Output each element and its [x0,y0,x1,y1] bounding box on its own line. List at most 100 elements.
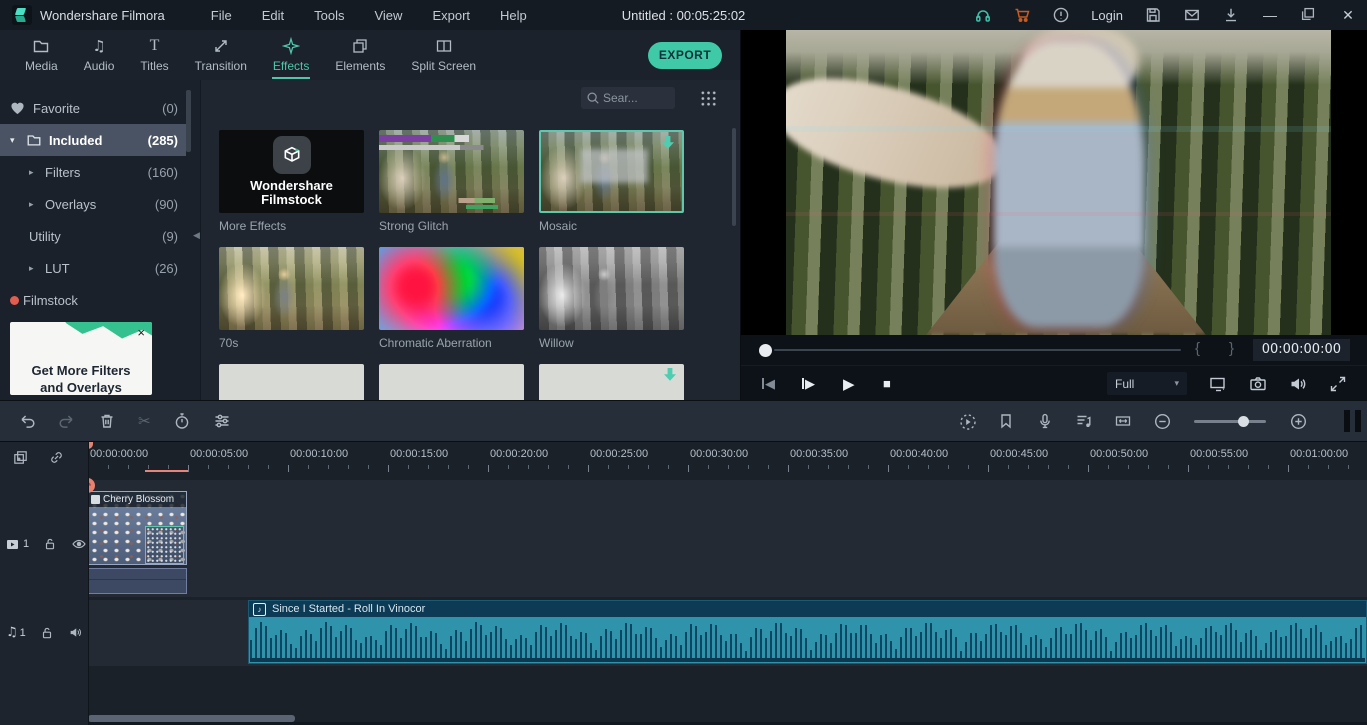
scrubber-track[interactable] [774,349,1181,351]
fullscreen-icon[interactable] [1328,374,1348,394]
filmstock-logo-icon [273,136,311,174]
music-note-icon: ♪ [253,603,266,616]
ruler-tick [868,465,869,469]
menu-help[interactable]: Help [500,8,527,23]
sidebar-collapse-icon[interactable]: ◀ [193,230,200,241]
pause-bars-icon[interactable] [1344,410,1361,432]
ruler-tick [488,465,489,472]
sidebar-item-utility[interactable]: Utility(9) [0,220,186,252]
record-voiceover-button[interactable] [1036,412,1054,430]
search-box[interactable] [581,87,675,109]
sidebar-scrollbar[interactable] [186,90,191,152]
effect-card-chromatic-aberration[interactable]: Chromatic Aberration [379,247,524,350]
zoom-out-button[interactable] [1153,412,1171,430]
headset-icon[interactable] [974,6,992,24]
effect-card-mosaic[interactable]: Mosaic [539,130,684,233]
mute-speaker-icon[interactable] [68,625,83,640]
eye-icon[interactable] [71,536,87,552]
lock-icon[interactable] [43,537,57,551]
audio-mixer-button[interactable] [1075,412,1093,430]
mosaic-effect-region[interactable] [145,526,184,564]
timeline-toolbar: ✂ [0,400,1367,441]
effects-scrollbar[interactable] [732,128,736,226]
download-icon[interactable] [1222,6,1240,24]
tab-elements[interactable]: Elements [322,30,398,80]
volume-icon[interactable] [1288,374,1308,394]
video-track-controls: 1 [6,536,87,552]
tab-transition[interactable]: Transition [182,30,260,80]
menu-export[interactable]: Export [432,8,470,23]
login-button[interactable]: Login [1091,8,1123,23]
promo-close-icon[interactable]: × [137,325,145,340]
ruler-tick [1308,465,1309,469]
ruler-tick [908,465,909,469]
sidebar-item-filters[interactable]: ▸Filters(160) [0,156,186,188]
ruler-tick [248,465,249,469]
info-icon[interactable] [1052,6,1070,24]
restore-button[interactable] [1300,6,1318,24]
export-button[interactable]: EXPORT [648,42,722,69]
sidebar-item-overlays[interactable]: ▸Overlays(90) [0,188,186,220]
render-preview-button[interactable] [958,412,976,430]
effect-card-more-effects[interactable]: WondershareFilmstockMore Effects [219,130,364,233]
audio-clip[interactable]: ♪ Since I Started - Roll In Vinocor [248,600,1367,664]
marker-button[interactable] [997,412,1015,430]
menu-file[interactable]: File [211,8,232,23]
mark-out-icon[interactable]: } [1229,340,1234,357]
preview-scrubber-row: { } 00:00:00:00 [741,335,1367,365]
effect-card-partial-6[interactable] [219,364,364,400]
menu-tools[interactable]: Tools [314,8,344,23]
close-button[interactable]: ✕ [1339,7,1357,24]
cart-icon[interactable] [1013,6,1031,24]
sidebar-item-lut[interactable]: ▸LUT(26) [0,252,186,284]
previous-frame-button[interactable]: ◀ [761,366,775,401]
sidebar-item-filmstock[interactable]: Filmstock [0,284,186,316]
adjust-settings-button[interactable] [213,412,231,430]
snapshot-camera-icon[interactable] [1248,374,1268,394]
display-device-icon[interactable] [1208,374,1228,394]
timeline-zoom-slider[interactable] [1194,420,1266,423]
sidebar-item-included[interactable]: ▾Included(285) [0,124,186,156]
timeline-zoom-handle[interactable] [1238,416,1249,427]
sidebar-item-favorite[interactable]: Favorite(0) [0,92,186,124]
cut-button[interactable]: ✂ [138,412,151,430]
effect-card-strong-glitch[interactable]: Strong Glitch [379,130,524,233]
zoom-in-button[interactable] [1289,412,1307,430]
play-button[interactable]: ▶ [843,366,855,401]
effect-card-partial-7[interactable] [379,364,524,400]
tab-split-screen[interactable]: Split Screen [398,30,489,80]
delete-button[interactable] [98,412,116,430]
add-track-icon[interactable] [12,449,30,467]
mail-icon[interactable] [1183,6,1201,24]
mark-in-icon[interactable]: { [1195,340,1200,357]
timeline-horizontal-scrollbar[interactable] [88,715,295,722]
preview-video-area[interactable] [741,30,1367,335]
speed-button[interactable] [173,412,191,430]
menu-view[interactable]: View [374,8,402,23]
tab-media[interactable]: Media [12,30,71,80]
effect-card-70s[interactable]: 70s [219,247,364,350]
effect-card-willow[interactable]: Willow [539,247,684,350]
tab-titles[interactable]: TTitles [127,30,181,80]
lock-icon[interactable] [40,626,54,640]
preview-size-dropdown[interactable]: Full ▾ [1107,372,1187,395]
video-clip-cherry-blossom[interactable]: Cherry Blossom [88,491,187,565]
video-clip-audio-bar[interactable] [88,568,187,594]
fit-timeline-zoom-button[interactable] [1114,412,1132,430]
redo-button[interactable] [58,412,76,430]
search-input[interactable] [603,87,671,109]
effect-card-partial-8[interactable] [539,364,684,400]
undo-button[interactable] [18,412,36,430]
stop-button[interactable]: ■ [883,366,891,401]
save-icon[interactable] [1144,6,1162,24]
tab-effects[interactable]: Effects [260,30,322,80]
track-area[interactable]: 00:00:00:0000:00:05:0000:00:10:0000:00:1… [88,442,1367,725]
grid-view-icon[interactable] [700,90,716,106]
next-frame-button[interactable]: ▶ [801,366,815,401]
menu-edit[interactable]: Edit [262,8,284,23]
scrubber-handle[interactable] [759,344,772,357]
tab-audio[interactable]: ♫Audio [71,30,128,80]
filmstock-promo-card[interactable]: × Get More Filters and Overlays [10,322,152,395]
link-icon[interactable] [48,449,66,467]
minimize-button[interactable]: — [1261,7,1279,23]
